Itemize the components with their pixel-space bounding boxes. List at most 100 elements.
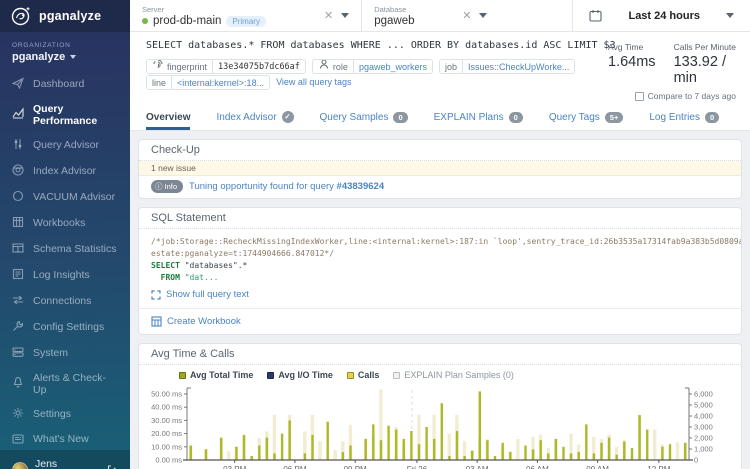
disc-icon — [12, 164, 24, 179]
brand-logo: pganalyze — [0, 0, 130, 32]
gear-icon — [12, 407, 24, 422]
sidebar-item-log-insights[interactable]: Log Insights — [0, 262, 130, 288]
bell-icon — [12, 376, 24, 391]
sidebar-item-vacuum-advisor[interactable]: VACUUM Advisor — [0, 184, 130, 210]
sidebar-item-index-advisor[interactable]: Index Advisor — [0, 158, 130, 184]
sidebar-item-query-performance[interactable]: Query Performance — [0, 97, 130, 132]
checkup-title: Check-Up — [139, 140, 741, 161]
legend-swatch — [347, 372, 354, 379]
expand-icon — [151, 290, 161, 300]
svg-text:06 AM: 06 AM — [526, 465, 549, 469]
svg-text:40.00 ms: 40.00 ms — [151, 403, 182, 412]
time-range-selector[interactable]: Last 24 hours — [573, 0, 750, 31]
tab-bar: Overview Index Advisor✓ Query Samples0 EXPL… — [130, 105, 750, 131]
create-workbook-link[interactable]: Create Workbook — [167, 316, 241, 327]
database-selector[interactable]: Database pgaweb — [362, 0, 450, 31]
sidebar: ORGANIZATION pganalyze DashboardQuery Pe… — [0, 32, 130, 469]
svg-text:0.00 ms: 0.00 ms — [155, 456, 182, 465]
compare-checkbox[interactable] — [635, 92, 644, 101]
checkup-panel: Check-Up 1 new issue ⓘInfo Tuning opport… — [138, 139, 742, 199]
tab-index-advisor[interactable]: Index Advisor✓ — [216, 105, 293, 130]
calendar-icon — [589, 9, 602, 22]
query-title: SELECT databases.* FROM databases WHERE … — [146, 40, 608, 51]
time-range-caret-icon — [726, 13, 734, 18]
sidebar-item-config-settings[interactable]: Config Settings — [0, 314, 130, 340]
svg-text:30.00 ms: 30.00 ms — [151, 416, 182, 425]
issue-item[interactable]: ⓘInfo Tuning opportunity found for query… — [139, 176, 741, 198]
grid-icon — [12, 216, 24, 231]
avg-time-calls-chart[interactable]: 0.00 ms 10.00 ms 20.00 ms 30.00 ms 40.00 ms 5… — [139, 380, 741, 469]
organization-name: pganalyze — [12, 51, 65, 63]
logout-icon[interactable] — [106, 464, 118, 469]
compare-toggle[interactable]: Compare to 7 days ago — [635, 91, 736, 101]
sidebar-item-dashboard[interactable]: Dashboard — [0, 71, 130, 97]
svg-text:20.00 ms: 20.00 ms — [151, 429, 182, 438]
server-clear-icon[interactable]: ✕ — [324, 9, 333, 22]
user-menu[interactable]: Jens Nikolaus — [0, 450, 130, 469]
query-header: SELECT databases.* FROM databases WHERE … — [130, 32, 750, 105]
new-issue-row: 1 new issue — [139, 161, 741, 176]
legend-avg-i-o-time[interactable]: Avg I/O Time — [267, 370, 333, 380]
query-tag-fingerprint[interactable]: fingerprint13e34075b7dc66af — [146, 59, 306, 74]
organization-caret-icon — [70, 55, 76, 59]
paper-plane-icon — [12, 77, 24, 92]
tab-count-badge: 0 — [705, 112, 719, 123]
tab-explain-plans[interactable]: EXPLAIN Plans0 — [434, 105, 523, 130]
sidebar-item-whats-new[interactable]: What's New — [0, 427, 130, 450]
query-tag-line[interactable]: line<internal:kernel>:18... — [146, 75, 270, 90]
avg-time-value: 1.64ms — [608, 54, 656, 70]
legend-explain-plan-samples-0-[interactable]: EXPLAIN Plan Samples (0) — [393, 370, 514, 380]
legend-calls[interactable]: Calls — [347, 370, 380, 380]
server-dropdown-caret-icon[interactable] — [341, 13, 349, 18]
log-icon — [12, 268, 24, 283]
legend-swatch — [267, 372, 274, 379]
legend-swatch — [393, 372, 400, 379]
chart-panel: Avg Time & Calls Avg Total TimeAvg I/O T… — [138, 343, 742, 469]
sql-title: SQL Statement — [139, 208, 741, 229]
svg-text:5,000: 5,000 — [694, 401, 713, 410]
cpm-label: Calls Per Minute — [674, 42, 736, 52]
sidebar-item-connections[interactable]: Connections — [0, 288, 130, 314]
database-label: Database — [374, 5, 440, 14]
topbar: Server prod-db-main Primary ✕ Database p… — [130, 0, 750, 32]
sidebar-item-workbooks[interactable]: Workbooks — [0, 210, 130, 236]
server-selector[interactable]: Server prod-db-main Primary — [130, 0, 312, 31]
arrows-icon — [12, 294, 24, 309]
query-tags-row: fingerprint13e34075b7dc66af rolepgaweb_wo… — [146, 58, 608, 90]
svg-text:Fri 26: Fri 26 — [407, 465, 428, 469]
sidebar-item-alerts-check-up[interactable]: Alerts & Check-Up — [0, 366, 130, 401]
organization-switcher[interactable]: ORGANIZATION pganalyze — [0, 38, 130, 71]
svg-text:50.00 ms: 50.00 ms — [151, 390, 182, 399]
tab-count-badge: 5+ — [605, 112, 624, 123]
tab-log-entries[interactable]: Log Entries0 — [649, 105, 719, 130]
sidebar-item-system[interactable]: System — [0, 340, 130, 366]
view-all-query-tags-link[interactable]: View all query tags — [276, 77, 351, 87]
query-tag-job[interactable]: jobIssues::CheckUpWorke... — [439, 59, 575, 74]
database-name: pgaweb — [374, 15, 414, 27]
database-clear-icon[interactable]: ✕ — [462, 9, 471, 22]
show-full-query-link[interactable]: Show full query text — [166, 289, 249, 300]
info-badge: ⓘInfo — [151, 180, 183, 193]
tab-query-tags[interactable]: Query Tags5+ — [549, 105, 624, 130]
tab-overview[interactable]: Overview — [146, 105, 190, 130]
legend-avg-total-time[interactable]: Avg Total Time — [179, 370, 253, 380]
tab-count-badge: 0 — [393, 112, 407, 123]
sidebar-item-schema-statistics[interactable]: Schema Statistics — [0, 236, 130, 262]
person-icon — [318, 59, 330, 74]
svg-text:4,000: 4,000 — [694, 412, 713, 421]
app-window: pganalyze Server prod-db-main Primary ✕ … — [0, 0, 750, 469]
svg-text:10.00 ms: 10.00 ms — [151, 442, 182, 451]
issue-link[interactable]: Tuning opportunity found for query #4383… — [189, 181, 384, 192]
svg-text:3,000: 3,000 — [694, 423, 713, 432]
sidebar-item-query-advisor[interactable]: Query Advisor — [0, 132, 130, 158]
tab-query-samples[interactable]: Query Samples0 — [320, 105, 408, 130]
database-dropdown-caret-icon[interactable] — [479, 13, 487, 18]
svg-text:03 AM: 03 AM — [466, 465, 489, 469]
query-tag-role[interactable]: rolepgaweb_workers — [312, 59, 433, 74]
calls-per-minute-stat: Calls Per Minute 133.92 / min — [674, 42, 736, 86]
sidebar-item-settings[interactable]: Settings — [0, 401, 130, 427]
svg-text:09 AM: 09 AM — [586, 465, 609, 469]
svg-text:12 PM: 12 PM — [647, 465, 670, 469]
server-name: prod-db-main — [153, 15, 221, 27]
fingerprint-icon — [152, 59, 164, 74]
